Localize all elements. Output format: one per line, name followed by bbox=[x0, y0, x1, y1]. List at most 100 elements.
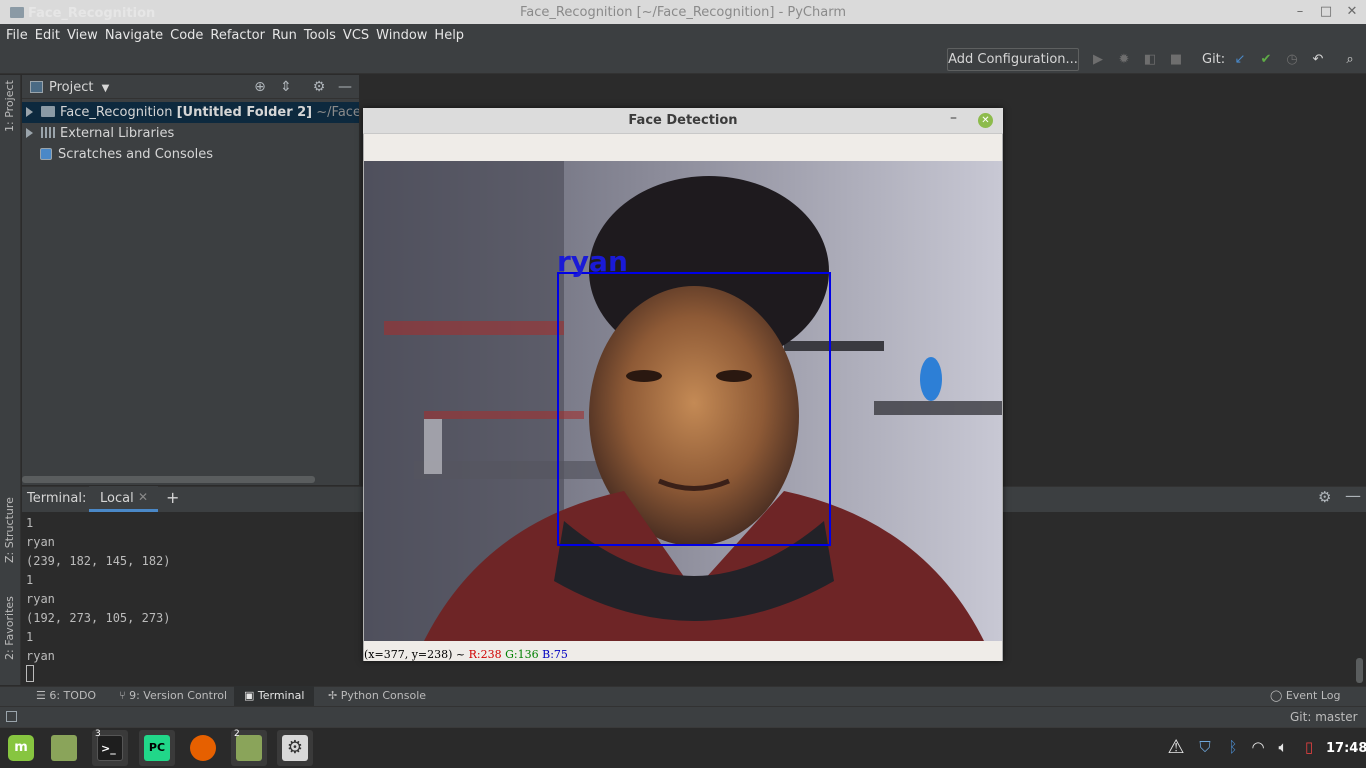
list-icon: ☰ bbox=[36, 689, 50, 702]
battery-icon[interactable]: ▯ bbox=[1298, 736, 1320, 758]
close-icon[interactable]: ✕ bbox=[138, 490, 148, 504]
tab-terminal[interactable]: ▣ Terminal bbox=[234, 686, 315, 706]
pycharm-icon: PC bbox=[144, 735, 170, 761]
tab-structure[interactable]: Z: Structure bbox=[3, 497, 16, 563]
coverage-icon[interactable]: ◧ bbox=[1141, 51, 1159, 69]
taskbar-files[interactable] bbox=[46, 730, 82, 766]
menu-navigate[interactable]: Navigate bbox=[105, 28, 163, 43]
menu-tools[interactable]: Tools bbox=[304, 28, 336, 43]
left-tool-strip bbox=[0, 75, 21, 685]
vcs-commit-icon[interactable]: ✔ bbox=[1257, 51, 1275, 69]
terminal-line: ryan bbox=[26, 649, 55, 663]
wifi-icon[interactable]: ◠ bbox=[1247, 736, 1269, 758]
git-branch-status[interactable]: Git: master bbox=[1290, 710, 1358, 724]
menu-file[interactable]: File bbox=[6, 28, 28, 43]
pycharm-icon-label: PC bbox=[148, 741, 166, 754]
face-detection-toolbar bbox=[364, 135, 1002, 161]
close-button[interactable]: ✕ bbox=[978, 113, 993, 128]
tab-python-console[interactable]: ✢ Python Console bbox=[322, 686, 432, 706]
terminal-line: ryan bbox=[26, 592, 55, 606]
menu-help[interactable]: Help bbox=[434, 28, 464, 43]
mint-logo-icon: m bbox=[8, 735, 34, 761]
expand-arrow-icon[interactable] bbox=[26, 128, 33, 138]
breadcrumb-project[interactable]: Face_Recognition bbox=[28, 6, 155, 21]
terminal-line: 1 bbox=[26, 573, 34, 587]
stop-icon[interactable]: ■ bbox=[1167, 51, 1185, 69]
folder-icon bbox=[236, 735, 262, 761]
project-view-icon bbox=[30, 81, 43, 93]
project-panel-title[interactable]: Project ▼ bbox=[49, 80, 109, 95]
collapse-all-icon[interactable]: ⇕ bbox=[277, 78, 295, 96]
window-close-button[interactable]: ✕ bbox=[1342, 0, 1362, 24]
gear-icon[interactable]: ⚙ bbox=[310, 78, 328, 96]
menu-run[interactable]: Run bbox=[272, 28, 297, 43]
new-terminal-icon[interactable]: + bbox=[166, 488, 179, 507]
folder-icon bbox=[51, 735, 77, 761]
gear-icon: ⚙ bbox=[282, 735, 308, 761]
taskbar-firefox[interactable] bbox=[185, 730, 221, 766]
menu-code[interactable]: Code bbox=[170, 28, 203, 43]
tree-item-face-recognition[interactable]: Face_Recognition [Untitled Folder 2] ~/F… bbox=[22, 102, 359, 123]
tab-python-console-label: Python Console bbox=[340, 689, 427, 702]
menu-vcs[interactable]: VCS bbox=[343, 28, 369, 43]
window-count-badge: 3 bbox=[95, 729, 101, 739]
history-icon[interactable]: ◷ bbox=[1283, 51, 1301, 69]
clock[interactable]: 17:48 bbox=[1326, 741, 1366, 756]
search-everywhere-icon[interactable]: ⌕ bbox=[1341, 51, 1359, 69]
python-icon: ✢ bbox=[328, 689, 341, 702]
bluetooth-icon[interactable]: ᛒ bbox=[1222, 736, 1244, 758]
vcs-update-icon[interactable]: ↙ bbox=[1231, 51, 1249, 69]
taskbar-pycharm[interactable]: PC bbox=[139, 730, 175, 766]
tab-project[interactable]: 1: Project bbox=[3, 80, 16, 132]
taskbar-settings[interactable]: ⚙ bbox=[277, 730, 313, 766]
chevron-down-icon: ▼ bbox=[101, 83, 110, 94]
menu-edit[interactable]: Edit bbox=[35, 28, 60, 43]
window-minimize-button[interactable]: – bbox=[1290, 0, 1310, 24]
scratches-icon bbox=[40, 148, 52, 160]
hide-panel-icon[interactable]: — bbox=[336, 78, 354, 96]
tree-item-scratches[interactable]: Scratches and Consoles bbox=[22, 144, 359, 165]
window-maximize-button[interactable]: □ bbox=[1316, 0, 1336, 24]
add-configuration-button[interactable]: Add Configuration... bbox=[947, 48, 1079, 71]
terminal-line: (192, 273, 105, 273) bbox=[26, 611, 171, 625]
terminal-title: Terminal: bbox=[27, 491, 87, 506]
terminal-cursor bbox=[26, 665, 34, 682]
debug-icon[interactable]: ✹ bbox=[1115, 51, 1133, 69]
gear-icon[interactable]: ⚙ bbox=[1318, 488, 1331, 506]
tree-item-label: Face_Recognition bbox=[60, 105, 173, 120]
shield-icon[interactable]: ⛉ bbox=[1194, 736, 1216, 758]
tab-version-control[interactable]: ⑂ 9: Version Control bbox=[113, 686, 233, 706]
pixel-blue-value: B:75 bbox=[542, 648, 568, 661]
navigation-bar bbox=[0, 46, 1366, 74]
terminal-line: 1 bbox=[26, 630, 34, 644]
revert-icon[interactable]: ↶ bbox=[1309, 51, 1327, 69]
pixel-red-value: R:238 bbox=[468, 648, 502, 661]
project-panel-title-label: Project bbox=[49, 80, 94, 95]
hide-panel-icon[interactable]: — bbox=[1345, 486, 1361, 505]
face-name-label: ryan bbox=[557, 245, 628, 278]
tab-event-log-label: Event Log bbox=[1285, 689, 1341, 702]
vertical-scrollbar[interactable] bbox=[1356, 658, 1363, 683]
mint-menu-button[interactable]: m bbox=[3, 730, 39, 766]
tab-todo[interactable]: ☰ 6: TODO bbox=[30, 686, 102, 706]
volume-icon[interactable]: 🔈︎ bbox=[1272, 736, 1294, 758]
tool-windows-icon[interactable] bbox=[6, 711, 17, 722]
menu-refactor[interactable]: Refactor bbox=[210, 28, 265, 43]
minimize-button[interactable]: – bbox=[950, 110, 957, 126]
terminal-tab-label[interactable]: Local bbox=[100, 491, 134, 506]
tab-favorites[interactable]: 2: Favorites bbox=[3, 596, 16, 660]
tree-item-label: External Libraries bbox=[60, 126, 175, 141]
locate-icon[interactable]: ⊕ bbox=[251, 78, 269, 96]
menu-window[interactable]: Window bbox=[376, 28, 427, 43]
tab-terminal-label: Terminal bbox=[257, 689, 305, 702]
run-icon[interactable]: ▶ bbox=[1089, 51, 1107, 69]
expand-arrow-icon[interactable] bbox=[26, 107, 33, 117]
menu-view[interactable]: View bbox=[67, 28, 98, 43]
horizontal-scrollbar[interactable] bbox=[22, 476, 315, 483]
menu-bar: File Edit View Navigate Code Refactor Ru… bbox=[0, 24, 1366, 46]
tab-event-log[interactable]: ◯ Event Log bbox=[1264, 686, 1346, 706]
tree-item-external-libraries[interactable]: External Libraries bbox=[22, 123, 359, 144]
cursor-coords: (x=377, y=238) ~ bbox=[364, 648, 466, 661]
folder-icon bbox=[41, 106, 55, 117]
warning-icon[interactable]: ⚠ bbox=[1165, 736, 1187, 758]
